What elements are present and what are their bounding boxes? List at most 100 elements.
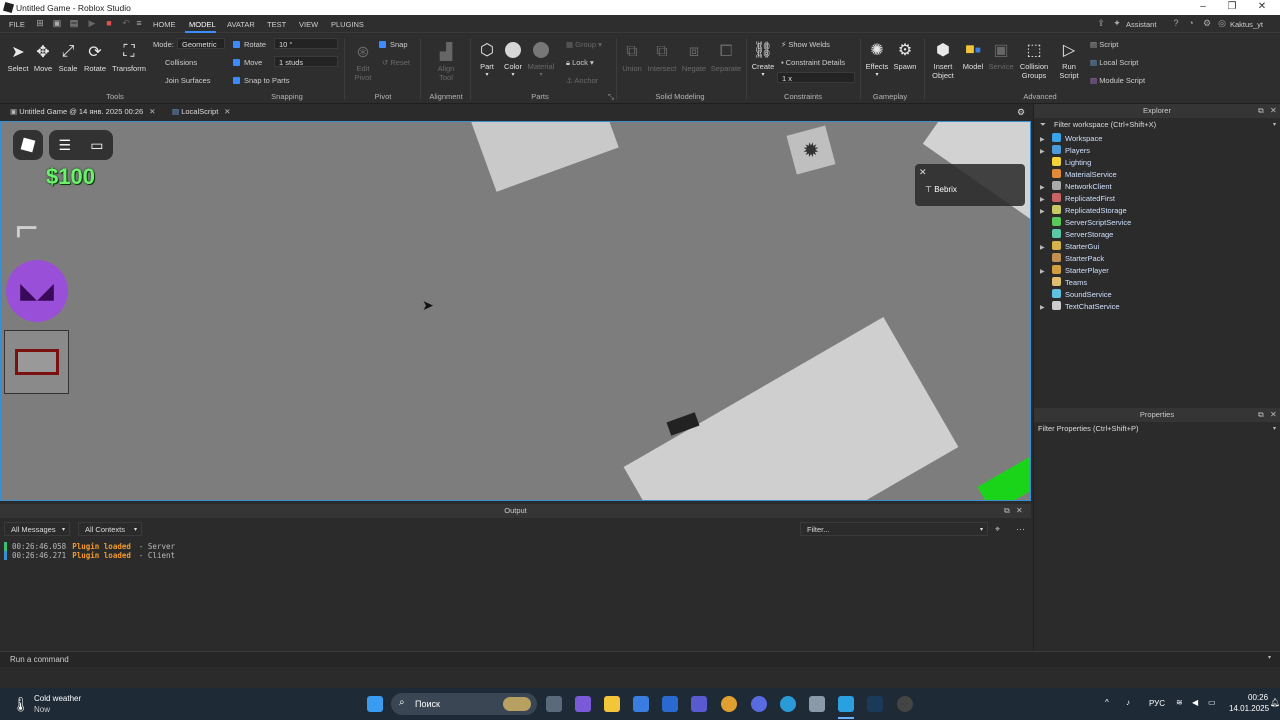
- explorer-item[interactable]: SoundService: [1040, 289, 1112, 301]
- devil-emoji-icon[interactable]: ◣◢: [6, 260, 68, 322]
- more-options-icon[interactable]: ⋯: [1016, 524, 1025, 535]
- tab-avatar[interactable]: AVATAR: [227, 20, 255, 29]
- minimize-icon[interactable]: –: [1196, 1, 1210, 12]
- run-script-tool[interactable]: ▷ Run Script: [1055, 40, 1083, 80]
- collision-groups-tool[interactable]: ⬚ Collision Groups: [1018, 40, 1050, 80]
- messages-filter-dropdown[interactable]: All Messages ▾: [4, 522, 70, 536]
- close-panel-icon[interactable]: ✕: [1016, 504, 1023, 518]
- menu-file[interactable]: FILE: [9, 20, 25, 29]
- select-tool[interactable]: ➤ Select: [6, 42, 30, 73]
- chat-icon[interactable]: ▭: [90, 137, 103, 154]
- store-icon[interactable]: [633, 696, 649, 712]
- rotate-tool[interactable]: ⟳ Rotate: [82, 42, 108, 73]
- tray-chevron-icon[interactable]: ^: [1105, 698, 1109, 707]
- command-bar[interactable]: Run a command ▾: [0, 651, 1280, 667]
- move-snap-toggle[interactable]: Move: [233, 58, 262, 67]
- show-welds-toggle[interactable]: ⚡︎ Show Welds: [781, 40, 830, 49]
- green-part[interactable]: [977, 457, 1030, 500]
- task-view-icon[interactable]: [546, 696, 562, 712]
- new-icon[interactable]: ⊞: [35, 18, 45, 28]
- open-icon[interactable]: ▣: [52, 18, 62, 28]
- rotate-snap-field[interactable]: 10 °: [274, 38, 338, 49]
- undo-icon[interactable]: ↶: [121, 18, 131, 28]
- spawn-tool[interactable]: ⚙ Spawn: [892, 40, 918, 71]
- close-panel-icon[interactable]: ✕: [1270, 104, 1277, 118]
- close-panel-icon[interactable]: ✕: [1270, 408, 1277, 422]
- pivot-reset-button[interactable]: ↺ Reset: [382, 58, 410, 67]
- studio-icon[interactable]: ◎: [1217, 18, 1227, 28]
- union-tool[interactable]: ⧉ Union: [620, 42, 644, 73]
- explorer-item[interactable]: ▶ StarterPlayer: [1040, 265, 1109, 277]
- constraint-details-toggle[interactable]: ▪ Constraint Details: [781, 58, 845, 67]
- constraint-scale-field[interactable]: 1 x: [777, 72, 855, 83]
- language-indicator[interactable]: РУС: [1149, 699, 1165, 708]
- copilot-icon[interactable]: [575, 696, 591, 712]
- close-toast-icon[interactable]: ✕: [919, 167, 927, 178]
- search-box[interactable]: ⌕ Поиск: [391, 693, 537, 715]
- obs-icon[interactable]: [897, 696, 913, 712]
- explorer-item[interactable]: MaterialService: [1040, 169, 1117, 181]
- microphone-icon[interactable]: ♪: [1126, 698, 1130, 707]
- pivot-snap-toggle[interactable]: Snap: [379, 40, 408, 49]
- tab-localscript[interactable]: ▤ LocalScript ✕: [172, 107, 231, 116]
- viewport-settings-icon[interactable]: ⚙: [1017, 107, 1025, 118]
- save-icon[interactable]: ▤: [69, 18, 79, 28]
- notifications-icon[interactable]: ◔: [1186, 18, 1196, 28]
- group-button[interactable]: ▦ Group ▾: [566, 40, 602, 49]
- part-tool[interactable]: ⬡ Part ▾: [476, 40, 498, 78]
- move-tool[interactable]: ✥ Move: [31, 42, 55, 73]
- explorer-item[interactable]: Teams: [1040, 277, 1087, 289]
- wifi-icon[interactable]: ≋: [1176, 698, 1183, 707]
- separate-tool[interactable]: ⧠ Separate: [710, 42, 742, 73]
- share-icon[interactable]: ⇪: [1096, 18, 1106, 28]
- undock-icon[interactable]: ⧉: [1258, 104, 1264, 118]
- assistant-button[interactable]: Assistant: [1126, 20, 1156, 29]
- stop-icon[interactable]: ■: [104, 18, 114, 28]
- telegram-icon[interactable]: [780, 696, 796, 712]
- collisions-toggle[interactable]: Collisions: [165, 58, 197, 67]
- join-surfaces-toggle[interactable]: Join Surfaces: [165, 76, 210, 85]
- insert-object-tool[interactable]: ⬢ Insert Object: [928, 40, 958, 80]
- chevron-down-icon[interactable]: ▾: [1268, 654, 1271, 661]
- model-tool[interactable]: ■ ■ Model: [960, 40, 986, 71]
- explorer-item[interactable]: Lighting: [1040, 157, 1091, 169]
- tab-model[interactable]: MODEL: [189, 20, 216, 29]
- file-explorer-icon[interactable]: [604, 696, 620, 712]
- intersect-tool[interactable]: ⧉ Intersect: [646, 42, 678, 73]
- mode-dropdown[interactable]: Geometric: [177, 38, 225, 49]
- explorer-item[interactable]: ▶ ReplicatedFirst: [1040, 193, 1115, 205]
- align-tool[interactable]: ▟ Align Tool: [432, 42, 460, 82]
- notification-bell-icon[interactable]: 🔔︎: [1270, 698, 1280, 707]
- explorer-item[interactable]: StarterPack: [1040, 253, 1104, 265]
- steam-icon[interactable]: [867, 696, 883, 712]
- scale-tool[interactable]: ⤢ Scale: [56, 42, 80, 73]
- explorer-item[interactable]: ServerStorage: [1040, 229, 1113, 241]
- explorer-item[interactable]: ▶ Workspace: [1040, 133, 1102, 145]
- weather-icon[interactable]: 🌡︎: [12, 696, 30, 713]
- hamburger-icon[interactable]: ☰: [59, 137, 72, 154]
- material-tool[interactable]: Material ▾: [527, 40, 555, 78]
- windows-start-icon[interactable]: [367, 696, 383, 712]
- tab-view[interactable]: VIEW: [299, 20, 318, 29]
- help-icon[interactable]: ?: [1171, 18, 1181, 28]
- battery-icon[interactable]: ▭: [1208, 698, 1216, 707]
- settings-icon[interactable]: ⚙: [1202, 18, 1212, 28]
- spawn-location[interactable]: ✹: [786, 125, 836, 175]
- clear-output-icon[interactable]: ⌖: [995, 524, 1000, 535]
- explorer-item[interactable]: ▶ StarterGui: [1040, 241, 1099, 253]
- tab-home[interactable]: HOME: [153, 20, 176, 29]
- volume-icon[interactable]: ◀: [1192, 698, 1198, 707]
- expand-arrow-icon[interactable]: ▶: [1040, 302, 1048, 314]
- close-tab-icon[interactable]: ✕: [224, 107, 230, 116]
- command-input[interactable]: Run a command: [10, 655, 69, 664]
- expand-group-icon[interactable]: ⤡: [608, 92, 614, 102]
- transform-tool[interactable]: ⛶ Transform: [111, 42, 147, 73]
- teams-icon[interactable]: [691, 696, 707, 712]
- properties-filter-input[interactable]: Filter Properties (Ctrl+Shift+P) ▾: [1034, 423, 1280, 435]
- explorer-item[interactable]: ▶ Players: [1040, 145, 1090, 157]
- close-tab-icon[interactable]: ✕: [149, 107, 155, 116]
- user-account[interactable]: Kaktus_yt: [1230, 20, 1263, 29]
- explorer-item[interactable]: ▶ TextChatService: [1040, 301, 1120, 313]
- lock-button[interactable]: 🔒︎ Lock ▾: [566, 58, 594, 68]
- create-constraint-tool[interactable]: ⛓ Create ▾: [750, 40, 776, 78]
